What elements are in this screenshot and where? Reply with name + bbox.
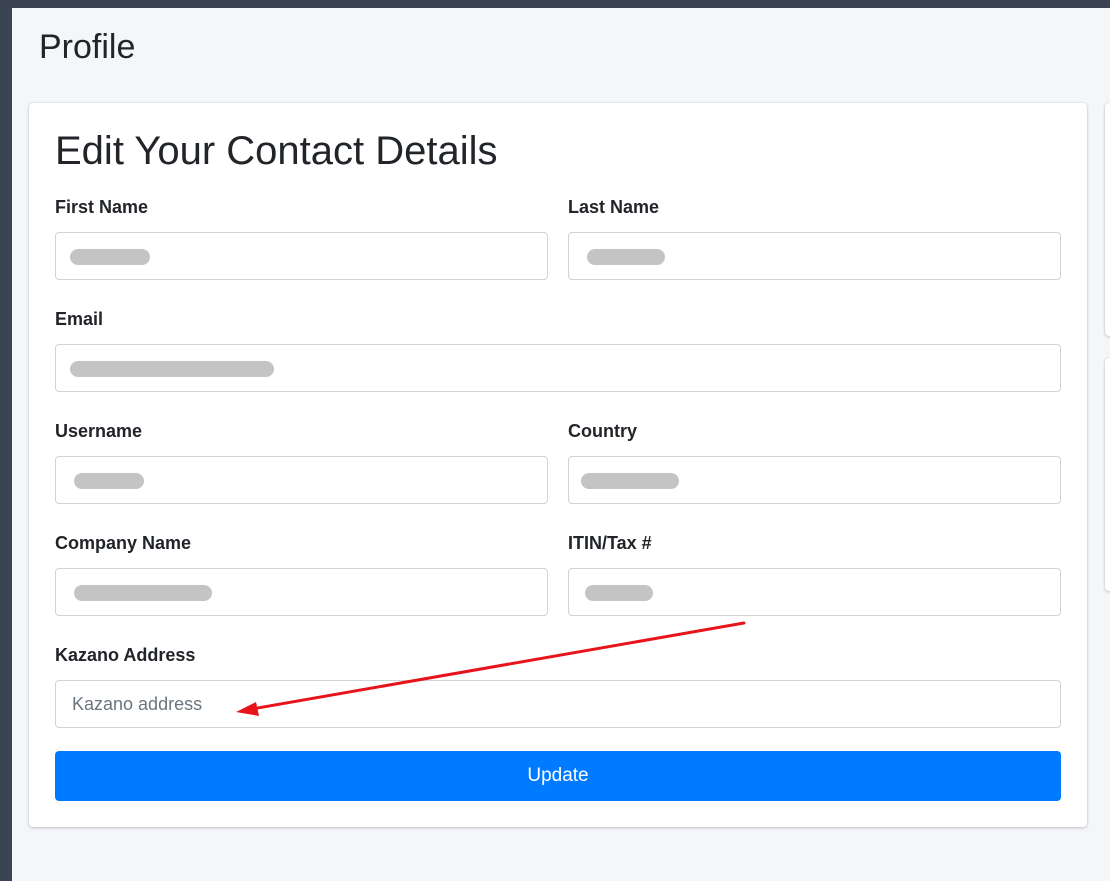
username-field[interactable]: [55, 456, 548, 504]
window-frame: [0, 0, 10, 881]
update-button[interactable]: Update: [55, 751, 1061, 801]
page-title: Profile: [39, 28, 136, 66]
side-panel-top: [1105, 103, 1110, 336]
email-input[interactable]: [56, 345, 1060, 391]
form-heading: Edit Your Contact Details: [55, 129, 498, 173]
tax-number-label: ITIN/Tax #: [568, 533, 652, 553]
main-content: Profile Edit Your Contact Details First …: [12, 8, 1110, 881]
country-field[interactable]: [568, 456, 1061, 504]
country-input[interactable]: [569, 457, 1060, 503]
last-name-field[interactable]: [568, 232, 1061, 280]
email-field[interactable]: [55, 344, 1061, 392]
first-name-label: First Name: [55, 197, 149, 217]
last-name-label: Last Name: [568, 197, 660, 217]
email-label: Email: [55, 309, 104, 329]
country-label: Country: [568, 421, 637, 441]
contact-details-card: Edit Your Contact Details First Name Las…: [29, 103, 1087, 827]
last-name-input[interactable]: [569, 233, 1060, 279]
username-input[interactable]: [56, 457, 547, 503]
tax-number-field[interactable]: [568, 568, 1061, 616]
first-name-field[interactable]: [55, 232, 548, 280]
company-name-label: Company Name: [55, 533, 192, 553]
company-name-input[interactable]: [56, 569, 547, 615]
kazano-address-label: Kazano Address: [55, 645, 196, 665]
kazano-address-field[interactable]: [55, 680, 1061, 728]
side-panel-bottom: [1105, 358, 1110, 591]
kazano-address-input[interactable]: [56, 681, 1060, 727]
company-name-field[interactable]: [55, 568, 548, 616]
first-name-input[interactable]: [56, 233, 547, 279]
tax-number-input[interactable]: [569, 569, 1060, 615]
username-label: Username: [55, 421, 143, 441]
